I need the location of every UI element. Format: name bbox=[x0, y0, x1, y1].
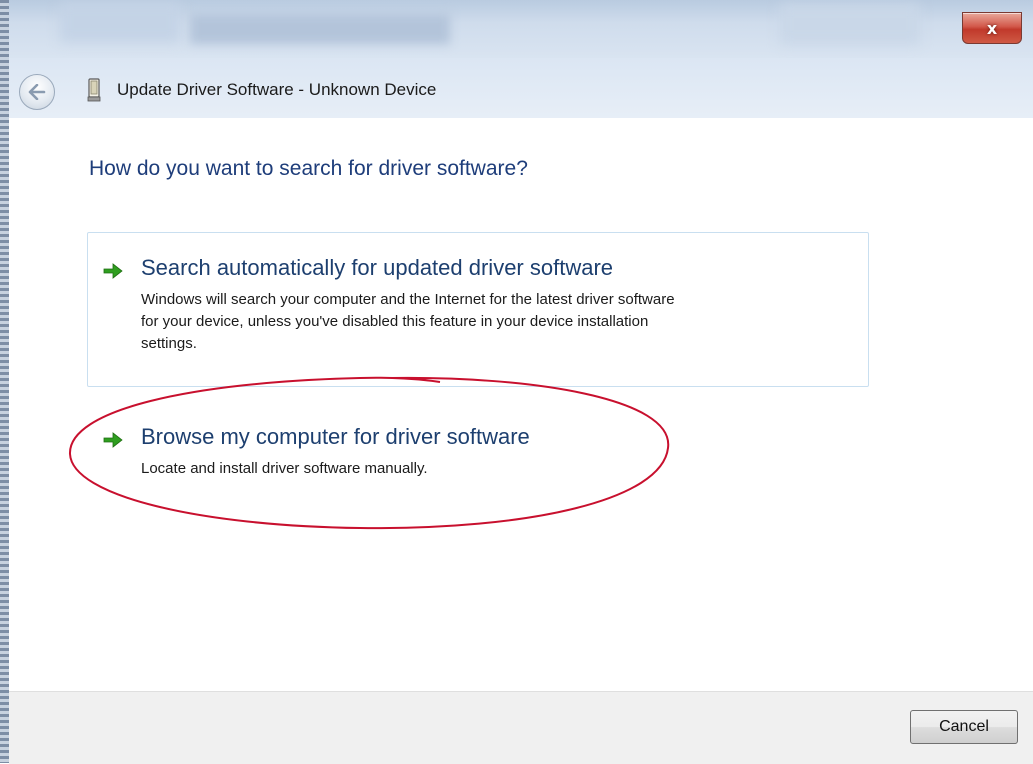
background-window-chrome bbox=[0, 0, 1033, 58]
page-heading: How do you want to search for driver sof… bbox=[89, 157, 528, 180]
dialog-content bbox=[9, 118, 1033, 691]
option-browse-computer[interactable]: Browse my computer for driver software bbox=[141, 424, 530, 450]
window-frame-edge bbox=[0, 0, 9, 763]
window-title: Update Driver Software - Unknown Device bbox=[117, 80, 437, 99]
option-description-line: Locate and install driver software manua… bbox=[141, 460, 428, 477]
option-description: Windows will search your computer and th… bbox=[141, 289, 675, 355]
blurred-background bbox=[780, 4, 920, 44]
blurred-background bbox=[190, 14, 450, 44]
green-arrow-icon bbox=[103, 432, 123, 448]
device-icon bbox=[87, 78, 101, 102]
blurred-background bbox=[60, 2, 180, 42]
green-arrow-icon bbox=[103, 263, 123, 279]
option-title[interactable]: Search automatically for updated driver … bbox=[141, 255, 613, 281]
back-arrow-icon bbox=[28, 84, 46, 100]
option-description-line: for your device, unless you've disabled … bbox=[141, 313, 649, 330]
option-description-line: Windows will search your computer and th… bbox=[141, 291, 675, 308]
close-button[interactable]: x bbox=[962, 12, 1022, 44]
option-description: Locate and install driver software manua… bbox=[141, 458, 428, 480]
dialog-footer bbox=[9, 691, 1033, 764]
close-icon: x bbox=[986, 18, 998, 38]
cancel-button[interactable]: Cancel bbox=[910, 710, 1018, 744]
back-button[interactable] bbox=[19, 74, 55, 110]
option-description-line: settings. bbox=[141, 335, 197, 352]
